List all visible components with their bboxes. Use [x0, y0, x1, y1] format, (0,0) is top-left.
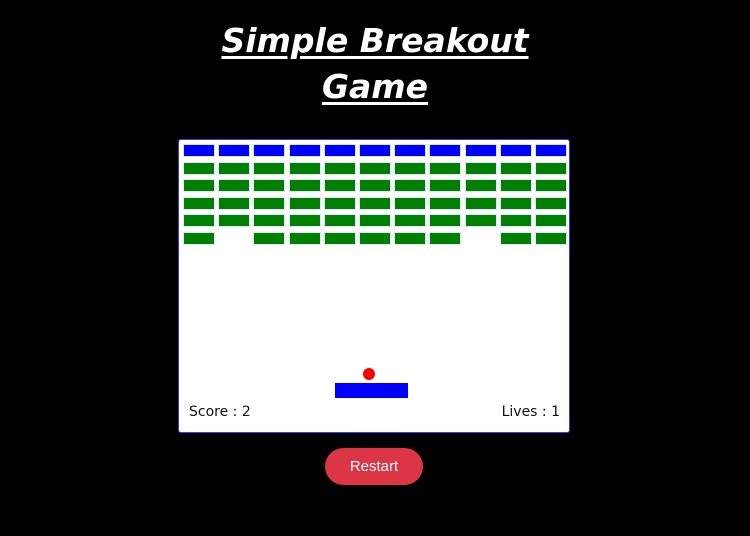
title-line-2: Game: [321, 67, 429, 106]
brick: [219, 162, 250, 174]
brick: [289, 145, 320, 156]
brick: [536, 145, 566, 156]
brick: [465, 180, 496, 192]
brick: [289, 215, 320, 227]
brick: [360, 233, 390, 244]
brick: [395, 162, 426, 174]
brick: [254, 162, 285, 174]
brick: [360, 162, 390, 174]
brick: [324, 180, 355, 192]
brick: [395, 145, 426, 156]
brick: [254, 180, 285, 192]
restart-button[interactable]: Restart: [325, 448, 423, 485]
brick: [360, 197, 390, 209]
brick: [500, 197, 531, 209]
brick: [395, 197, 426, 209]
brick: [219, 145, 250, 156]
brick: [500, 180, 531, 192]
score-display: Score : 2: [189, 404, 251, 420]
brick: [395, 215, 426, 227]
brick: [500, 162, 531, 174]
brick: [184, 197, 214, 209]
brick: [360, 215, 390, 227]
brick: [289, 180, 320, 192]
brick: [395, 233, 426, 244]
brick: [465, 162, 496, 174]
brick: [184, 215, 214, 227]
lives-display: Lives : 1: [501, 404, 560, 420]
brick: [465, 197, 496, 209]
brick: [289, 233, 320, 244]
brick: [184, 233, 214, 244]
brick: [324, 145, 355, 156]
brick: [254, 145, 285, 156]
ball: [363, 368, 375, 380]
brick: [254, 215, 285, 227]
brick: [430, 233, 461, 244]
brick: [500, 233, 531, 244]
brick: [219, 215, 250, 227]
brick: [324, 162, 355, 174]
brick: [536, 197, 566, 209]
brick: [536, 215, 566, 227]
brick: [430, 197, 461, 209]
brick: [536, 162, 566, 174]
paddle[interactable]: [335, 383, 408, 398]
brick: [360, 145, 390, 156]
title-line-1: Simple Breakout: [221, 21, 529, 60]
brick: [184, 162, 214, 174]
brick: [430, 145, 461, 156]
page-title: Simple Breakout Game: [0, 18, 750, 110]
brick: [395, 180, 426, 192]
brick: [184, 180, 214, 192]
brick: [536, 233, 566, 244]
brick: [324, 215, 355, 227]
brick: [430, 180, 461, 192]
brick: [254, 233, 285, 244]
brick: [500, 215, 531, 227]
brick: [324, 197, 355, 209]
brick: [219, 197, 250, 209]
brick: [500, 145, 531, 156]
brick: [536, 180, 566, 192]
brick: [430, 162, 461, 174]
brick: [289, 197, 320, 209]
brick: [289, 162, 320, 174]
brick: [465, 145, 496, 156]
brick: [430, 215, 461, 227]
brick: [219, 180, 250, 192]
brick: [324, 233, 355, 244]
brick: [184, 145, 214, 156]
brick: [360, 180, 390, 192]
brick: [254, 197, 285, 209]
game-board[interactable]: Score : 2 Lives : 1: [178, 139, 570, 433]
brick: [465, 215, 496, 227]
